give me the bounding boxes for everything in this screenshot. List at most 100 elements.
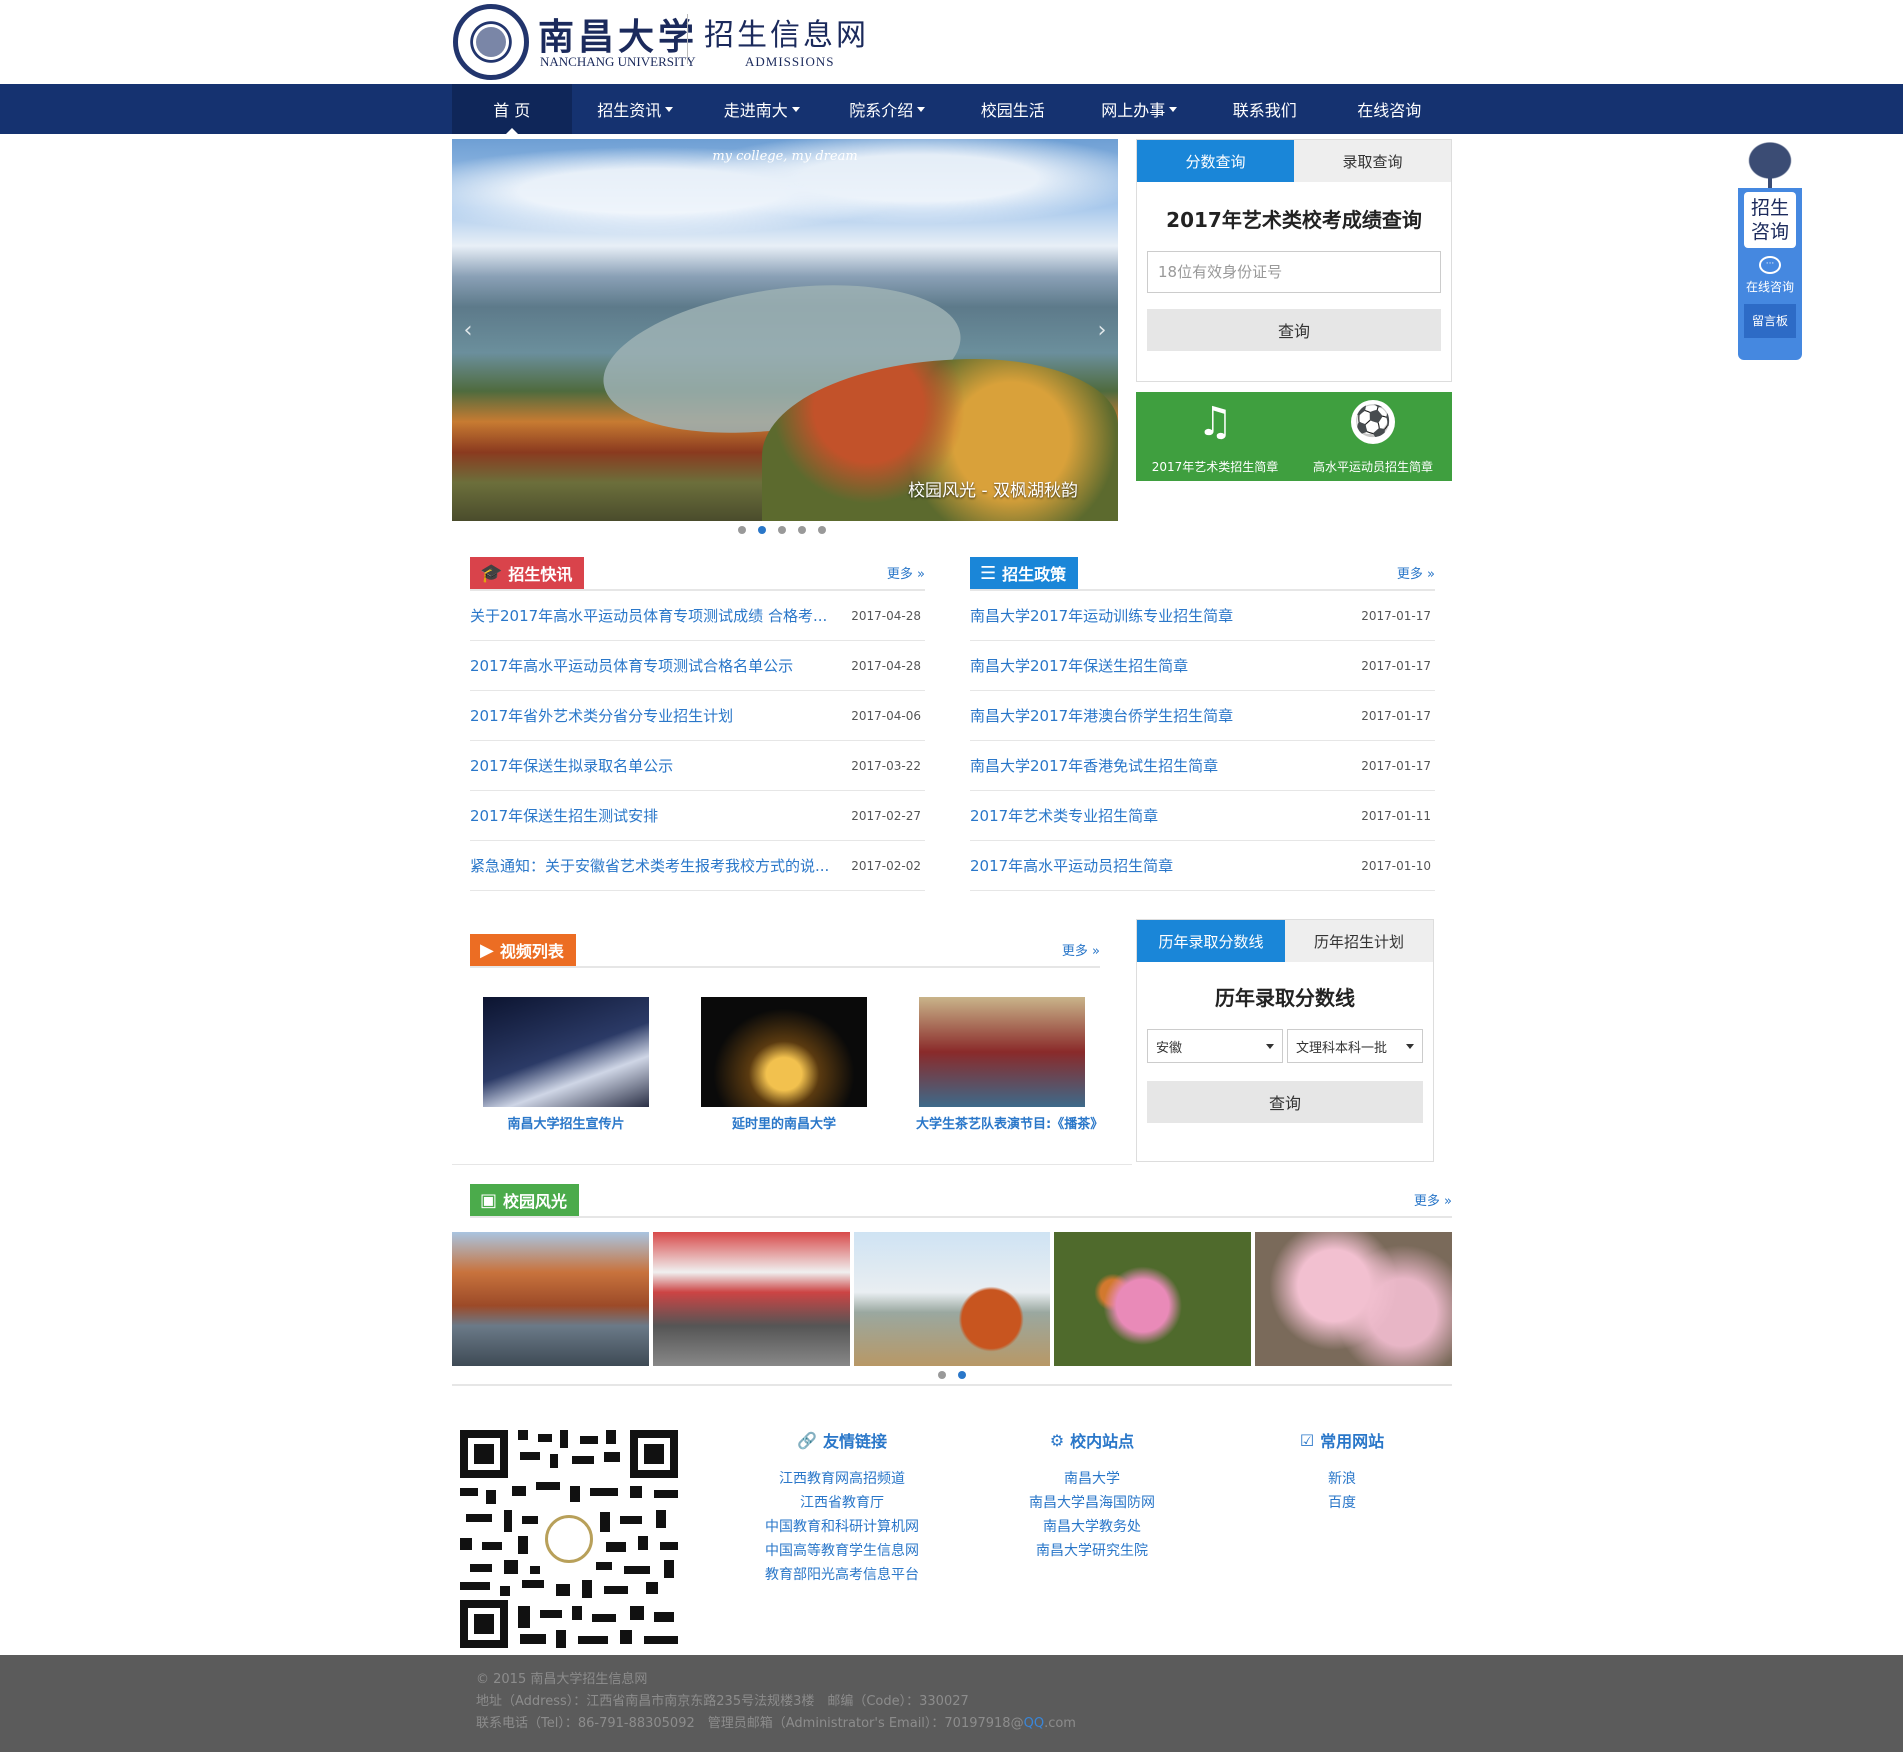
list-item[interactable]: 2017年省外艺术类分省分专业招生计划 2017-04-06 bbox=[470, 691, 925, 741]
video-thumbnail[interactable] bbox=[919, 997, 1085, 1107]
nav-departments[interactable]: 院系介绍 bbox=[825, 84, 951, 134]
nav-admission-news[interactable]: 招生资讯 bbox=[572, 84, 699, 134]
friend-link-item[interactable]: 中国高等教育学生信息网 bbox=[742, 1540, 942, 1564]
slider-next-arrow-icon[interactable]: › bbox=[1092, 316, 1112, 346]
list-item[interactable]: 2017年保送生拟录取名单公示 2017-03-22 bbox=[470, 741, 925, 791]
site-name: 招生信息网 bbox=[704, 18, 869, 53]
nav-about[interactable]: 走进南大 bbox=[699, 84, 825, 134]
news-list: 关于2017年高水平运动员体育专项测试成绩 合格考... 2017-04-28 2… bbox=[470, 591, 925, 891]
internal-link-item[interactable]: 南昌大学昌海国防网 bbox=[992, 1492, 1192, 1516]
tab-cutoff-scores[interactable]: 历年录取分数线 bbox=[1137, 920, 1285, 962]
chevron-down-icon bbox=[665, 106, 674, 112]
province-select[interactable]: 安徽 bbox=[1147, 1029, 1283, 1063]
id-number-input[interactable] bbox=[1147, 251, 1441, 293]
internal-links-heading: ⚙ 校内站点 bbox=[1049, 1430, 1135, 1452]
nav-contact[interactable]: 联系我们 bbox=[1203, 84, 1327, 134]
list-item[interactable]: 2017年高水平运动员招生简章 2017-01-10 bbox=[970, 841, 1435, 891]
video-item[interactable]: 延时里的南昌大学 bbox=[698, 997, 870, 1132]
video-item[interactable]: 大学生茶艺队表演节目:《播茶》 bbox=[916, 997, 1103, 1132]
slider-dot[interactable] bbox=[738, 526, 746, 534]
site-header: 南昌大学 NANCHANG UNIVERSITY 招生信息网 ADMISSION… bbox=[0, 0, 1903, 84]
friend-link-item[interactable]: 中国教育和科研计算机网 bbox=[742, 1516, 942, 1540]
news-more-link[interactable]: 更多 » bbox=[887, 563, 925, 582]
campus-photo[interactable] bbox=[652, 1232, 850, 1366]
category-select[interactable]: 文理科本科一批 bbox=[1287, 1029, 1423, 1063]
slider-prev-arrow-icon[interactable]: ‹ bbox=[458, 316, 478, 346]
nav-online-services[interactable]: 网上办事 bbox=[1076, 84, 1203, 134]
friend-link-item[interactable]: 教育部阳光高考信息平台 bbox=[742, 1564, 942, 1588]
cutoff-query-button[interactable]: 查询 bbox=[1147, 1081, 1423, 1123]
list-item[interactable]: 紧急通知：关于安徽省艺术类考生报考我校方式的说... 2017-02-02 bbox=[470, 841, 925, 891]
internal-link-item[interactable]: 南昌大学研究生院 bbox=[992, 1540, 1192, 1564]
common-link-item[interactable]: 新浪 bbox=[1242, 1468, 1442, 1492]
tab-admission-query[interactable]: 录取查询 bbox=[1294, 140, 1451, 182]
campus-photo[interactable] bbox=[1054, 1232, 1252, 1366]
list-item[interactable]: 2017年艺术类专业招生简章 2017-01-11 bbox=[970, 791, 1435, 841]
list-item[interactable]: 南昌大学2017年港澳台侨学生招生简章 2017-01-17 bbox=[970, 691, 1435, 741]
nav-campus-life[interactable]: 校园生活 bbox=[950, 84, 1076, 134]
friend-link-item[interactable]: 江西省教育厅 bbox=[742, 1492, 942, 1516]
site-footer: © 2015 南昌大学招生信息网 地址（Address）：江西省南昌市南京东路2… bbox=[0, 1655, 1903, 1752]
list-item[interactable]: 南昌大学2017年运动训练专业招生简章 2017-01-17 bbox=[970, 591, 1435, 641]
list-icon: ☰ bbox=[980, 562, 997, 584]
score-query-title: 2017年艺术类校考成绩查询 bbox=[1166, 208, 1422, 232]
gallery-dot[interactable] bbox=[958, 1371, 966, 1379]
slider-dot[interactable] bbox=[758, 526, 766, 534]
tree-icon bbox=[1738, 138, 1802, 188]
chevron-down-icon bbox=[1169, 106, 1178, 112]
slider-dot[interactable] bbox=[798, 526, 806, 534]
gallery-dot[interactable] bbox=[938, 1371, 946, 1379]
list-item[interactable]: 2017年高水平运动员体育专项测试合格名单公示 2017-04-28 bbox=[470, 641, 925, 691]
internal-links: ⚙ 校内站点 南昌大学 南昌大学昌海国防网 南昌大学教务处 南昌大学研究生院 bbox=[992, 1422, 1192, 1564]
list-item[interactable]: 2017年保送生招生测试安排 2017-02-27 bbox=[470, 791, 925, 841]
video-thumbnail[interactable] bbox=[701, 997, 867, 1107]
qr-seal-logo bbox=[545, 1515, 593, 1563]
internal-link-item[interactable]: 南昌大学 bbox=[992, 1468, 1192, 1492]
logo-divider bbox=[687, 14, 688, 64]
soccer-ball-icon: ⚽ bbox=[1351, 400, 1395, 444]
logo-cn-text[interactable]: 南昌大学 bbox=[538, 8, 698, 60]
policy-more-link[interactable]: 更多 » bbox=[1397, 563, 1435, 582]
campus-more-link[interactable]: 更多 » bbox=[1414, 1190, 1452, 1209]
slider-dot[interactable] bbox=[778, 526, 786, 534]
campus-photo[interactable] bbox=[452, 1232, 649, 1366]
video-item[interactable]: 南昌大学招生宣传片 bbox=[480, 997, 652, 1132]
athlete-brochure-link[interactable]: ⚽ 高水平运动员招生简章 bbox=[1294, 392, 1452, 481]
list-item[interactable]: 南昌大学2017年香港免试生招生简章 2017-01-17 bbox=[970, 741, 1435, 791]
chevron-down-icon bbox=[1406, 1043, 1414, 1049]
site-name-en: ADMISSIONS bbox=[745, 54, 835, 69]
score-query-button[interactable]: 查询 bbox=[1147, 309, 1441, 351]
list-item[interactable]: 关于2017年高水平运动员体育专项测试成绩 合格考... 2017-04-28 bbox=[470, 591, 925, 641]
video-thumbnail[interactable] bbox=[483, 997, 649, 1107]
nav-home[interactable]: 首 页 bbox=[452, 84, 572, 134]
news-section-header: 🎓 招生快讯 更多 » bbox=[470, 551, 925, 591]
checkbox-icon: ☑ bbox=[1299, 1430, 1315, 1450]
admission-consult-button[interactable]: 招生咨询 bbox=[1744, 192, 1796, 248]
campus-photo[interactable] bbox=[1255, 1232, 1452, 1366]
video-more-link[interactable]: 更多 » bbox=[1062, 940, 1100, 959]
video-section-tag: ▶ 视频列表 bbox=[470, 934, 576, 966]
university-seal-logo[interactable] bbox=[453, 4, 529, 80]
image-icon: ▣ bbox=[480, 1189, 498, 1211]
chat-bubble-icon[interactable]: ··· bbox=[1759, 256, 1781, 274]
slider-dot[interactable] bbox=[818, 526, 826, 534]
art-brochure-link[interactable]: ♫ 2017年艺术类招生简章 bbox=[1136, 392, 1294, 481]
tab-score-query[interactable]: 分数查询 bbox=[1137, 140, 1294, 182]
internal-link-item[interactable]: 南昌大学教务处 bbox=[992, 1516, 1192, 1540]
slider-caption: 校园风光 - 双枫湖秋韵 bbox=[908, 481, 1078, 501]
online-chat-link[interactable]: 在线咨询 bbox=[1738, 278, 1802, 295]
list-item[interactable]: 南昌大学2017年保送生招生简章 2017-01-17 bbox=[970, 641, 1435, 691]
tab-enrollment-plan[interactable]: 历年招生计划 bbox=[1285, 920, 1433, 962]
friend-link-item[interactable]: 江西教育网高招频道 bbox=[742, 1468, 942, 1492]
section-divider bbox=[452, 1164, 1132, 1165]
cutoff-score-panel: 历年录取分数线 历年招生计划 历年录取分数线 安徽 文理科本科一批 查询 bbox=[1136, 919, 1434, 1162]
hero-slider[interactable]: my college, my dream ‹ › 校园风光 - 双枫湖秋韵 bbox=[452, 139, 1118, 521]
common-links-heading: ☑ 常用网站 bbox=[1299, 1430, 1385, 1452]
common-link-item[interactable]: 百度 bbox=[1242, 1492, 1442, 1516]
campus-photo[interactable] bbox=[853, 1232, 1051, 1366]
message-board-button[interactable]: 留言板 bbox=[1744, 304, 1796, 338]
nav-online-consult[interactable]: 在线咨询 bbox=[1326, 84, 1452, 134]
link-chain-icon: 🔗 bbox=[797, 1430, 817, 1450]
footer-qq-link[interactable]: QQ bbox=[1024, 1716, 1044, 1731]
campus-section-header: ▣ 校园风光 更多 » bbox=[470, 1178, 1452, 1218]
